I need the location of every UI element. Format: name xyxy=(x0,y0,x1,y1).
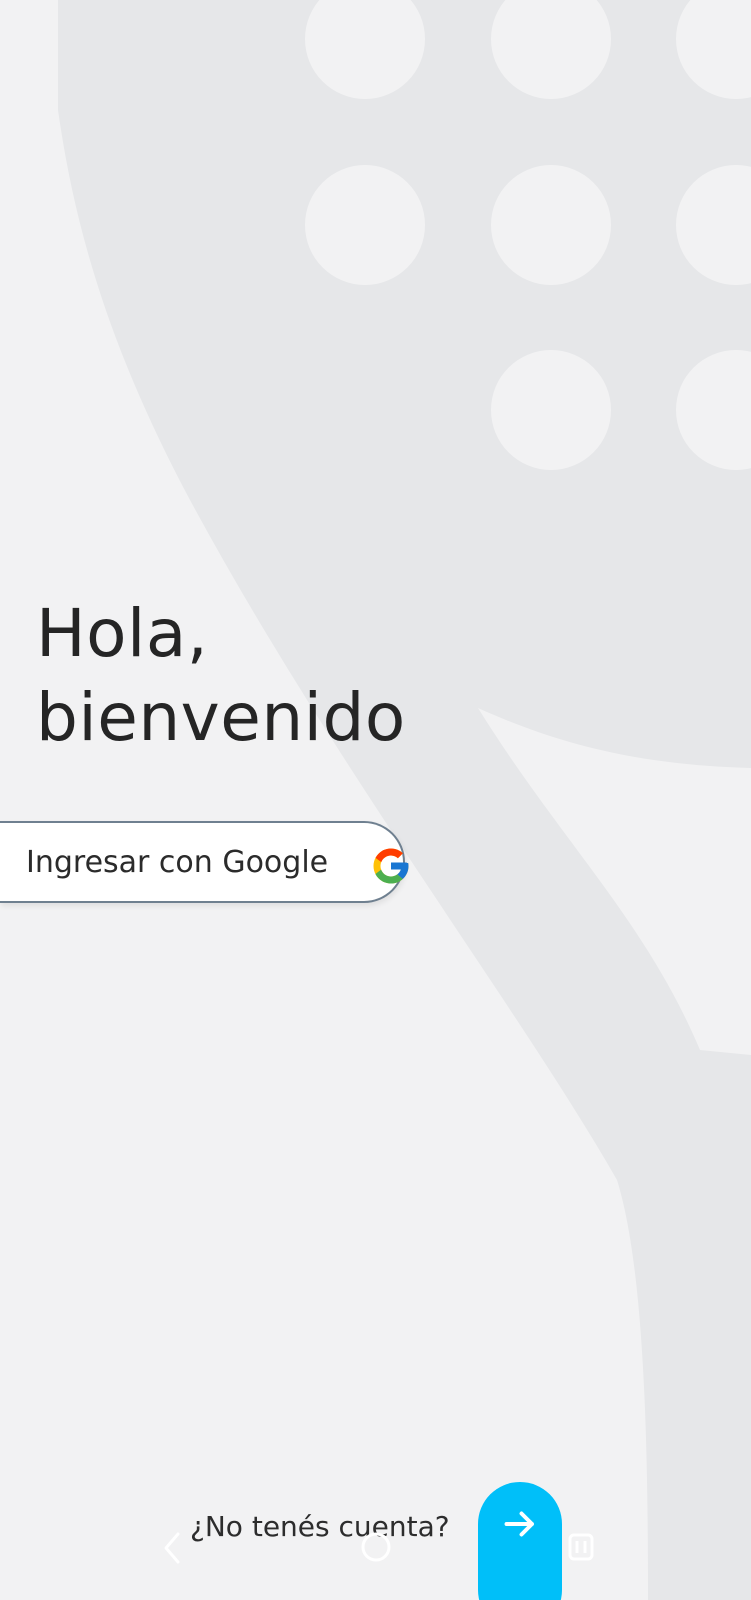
home-circle-icon[interactable] xyxy=(359,1530,393,1564)
back-chevron-icon[interactable] xyxy=(158,1530,186,1566)
recents-icon[interactable] xyxy=(566,1532,596,1562)
google-sign-in-label: Ingresar con Google xyxy=(26,845,329,880)
system-navigation-bar xyxy=(0,1530,751,1590)
google-g-icon xyxy=(373,848,409,884)
login-screen: Hola, bienvenido Ingresar con Google ¿No… xyxy=(0,0,751,1600)
welcome-line-1: Hola, xyxy=(36,595,209,672)
google-sign-in-button[interactable]: Ingresar con Google xyxy=(0,821,409,903)
padel-racket-background xyxy=(58,0,751,1600)
welcome-heading: Hola, bienvenido xyxy=(36,592,406,760)
welcome-line-2: bienvenido xyxy=(36,679,406,756)
